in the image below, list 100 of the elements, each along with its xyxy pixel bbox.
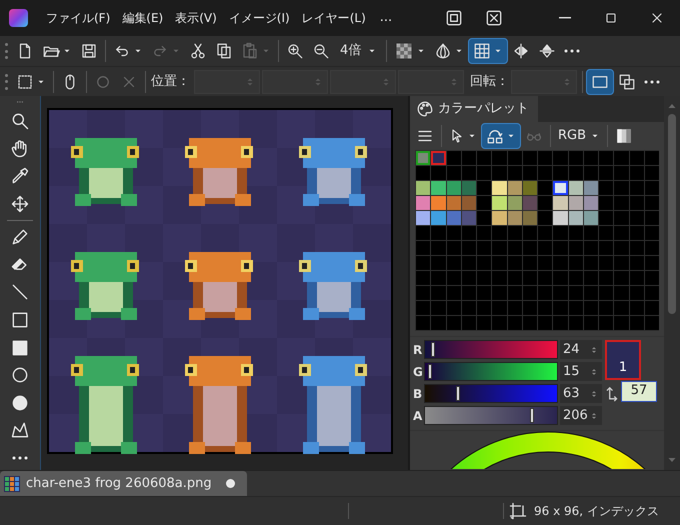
- spin-field[interactable]: [511, 70, 577, 94]
- palette-swatch[interactable]: [508, 286, 522, 300]
- palette-swatch[interactable]: [462, 181, 476, 195]
- palette-swatch[interactable]: [644, 226, 659, 240]
- palette-swatch[interactable]: [614, 286, 628, 300]
- palette-swatch[interactable]: [522, 286, 537, 300]
- palette-swatch[interactable]: [492, 256, 506, 270]
- palette-swatch[interactable]: [477, 196, 492, 210]
- palette-swatch[interactable]: [614, 301, 628, 315]
- palette-swatch[interactable]: [416, 226, 430, 240]
- palette-swatch[interactable]: [538, 151, 552, 165]
- palette-swatch[interactable]: [644, 316, 659, 330]
- palette-swatch[interactable]: [568, 286, 583, 300]
- palette-swatch[interactable]: [553, 286, 568, 300]
- palette-swatch[interactable]: [568, 181, 583, 195]
- palette-swatch[interactable]: [477, 271, 492, 285]
- palette-swatch[interactable]: [538, 181, 552, 195]
- palette-swatch[interactable]: [630, 241, 644, 255]
- frame-button[interactable]: [586, 68, 614, 94]
- palette-swatch[interactable]: [416, 196, 430, 210]
- palette-swatch[interactable]: [462, 166, 476, 180]
- palette-swatch[interactable]: [446, 271, 461, 285]
- palette-swatch[interactable]: [431, 166, 446, 180]
- channel-slider[interactable]: [424, 362, 558, 381]
- menu-item[interactable]: ファイル(F): [40, 9, 116, 27]
- palette-swatch[interactable]: [630, 196, 644, 210]
- palette-swatch[interactable]: [584, 226, 598, 240]
- palette-swatch[interactable]: [630, 181, 644, 195]
- palette-swatch[interactable]: [614, 166, 628, 180]
- palette-swatch[interactable]: [462, 301, 476, 315]
- palette-swatch[interactable]: [522, 271, 537, 285]
- palette-swatch[interactable]: [584, 151, 598, 165]
- palette-swatch[interactable]: [462, 286, 476, 300]
- palette-swatch[interactable]: [492, 211, 506, 225]
- palette-swatch[interactable]: [644, 181, 659, 195]
- palette-swatch[interactable]: [584, 256, 598, 270]
- palette-swatch[interactable]: [416, 316, 430, 330]
- palette-swatch[interactable]: [522, 226, 537, 240]
- palette-swatch[interactable]: [522, 241, 537, 255]
- palette-swatch[interactable]: [431, 181, 446, 195]
- palette-swatch[interactable]: [431, 256, 446, 270]
- palette-swatch[interactable]: [492, 301, 506, 315]
- palette-swatch[interactable]: [416, 271, 430, 285]
- palette-swatch[interactable]: [553, 301, 568, 315]
- palette-swatch[interactable]: [568, 211, 583, 225]
- palette-swatch[interactable]: [614, 211, 628, 225]
- palette-swatch[interactable]: [599, 226, 614, 240]
- palette-swatch[interactable]: [462, 211, 476, 225]
- palette-swatch[interactable]: [508, 151, 522, 165]
- palette-swatch[interactable]: [508, 196, 522, 210]
- palette-swatch[interactable]: [462, 151, 476, 165]
- palette-swatch[interactable]: [553, 151, 568, 165]
- palette-swatch[interactable]: [431, 211, 446, 225]
- transform-button[interactable]: [481, 123, 521, 149]
- palette-swatch[interactable]: [644, 151, 659, 165]
- palette-swatch[interactable]: [416, 241, 430, 255]
- color-mode-dropdown[interactable]: RGB: [554, 123, 604, 149]
- palette-swatch[interactable]: [508, 226, 522, 240]
- palette-swatch[interactable]: [431, 151, 446, 165]
- palette-swatch[interactable]: [599, 286, 614, 300]
- palette-swatch[interactable]: [553, 316, 568, 330]
- palette-swatch[interactable]: [446, 181, 461, 195]
- palette-swatch[interactable]: [492, 181, 506, 195]
- palette-swatch[interactable]: [538, 271, 552, 285]
- palette-swatch[interactable]: [492, 271, 506, 285]
- palette-swatch[interactable]: [538, 316, 552, 330]
- palette-swatch[interactable]: [568, 241, 583, 255]
- palette-swatch[interactable]: [584, 271, 598, 285]
- palette-swatch[interactable]: [508, 241, 522, 255]
- spin-field[interactable]: [398, 70, 464, 94]
- palette-swatch[interactable]: [568, 301, 583, 315]
- palette-swatch[interactable]: [584, 316, 598, 330]
- menu-item[interactable]: イメージ(I): [222, 9, 296, 27]
- palette-swatch[interactable]: [614, 271, 628, 285]
- palette-swatch[interactable]: [644, 301, 659, 315]
- palette-swatch[interactable]: [630, 166, 644, 180]
- palette-swatch[interactable]: [538, 226, 552, 240]
- palette-swatch[interactable]: [614, 256, 628, 270]
- palette-swatch[interactable]: [522, 181, 537, 195]
- palette-swatch[interactable]: [431, 271, 446, 285]
- palette-swatch[interactable]: [477, 316, 492, 330]
- palette-swatch[interactable]: [416, 301, 430, 315]
- palette-swatch[interactable]: [644, 271, 659, 285]
- palette-swatch[interactable]: [446, 286, 461, 300]
- palette-swatch[interactable]: [508, 316, 522, 330]
- palette-swatch[interactable]: [644, 241, 659, 255]
- palette-swatch[interactable]: [446, 196, 461, 210]
- palette-swatch[interactable]: [644, 196, 659, 210]
- menu-item[interactable]: 表示(V): [169, 9, 223, 27]
- palette-swatch[interactable]: [416, 286, 430, 300]
- palette-swatch[interactable]: [553, 196, 568, 210]
- channel-slider[interactable]: [424, 340, 558, 359]
- palette-swatch[interactable]: [492, 241, 506, 255]
- palette-swatch[interactable]: [446, 166, 461, 180]
- palette-swatch[interactable]: [538, 286, 552, 300]
- palette-swatch[interactable]: [477, 241, 492, 255]
- palette-swatch[interactable]: [416, 211, 430, 225]
- palette-swatch[interactable]: [584, 196, 598, 210]
- foreground-color-swatch[interactable]: 1: [605, 340, 641, 380]
- palette-swatch[interactable]: [599, 151, 614, 165]
